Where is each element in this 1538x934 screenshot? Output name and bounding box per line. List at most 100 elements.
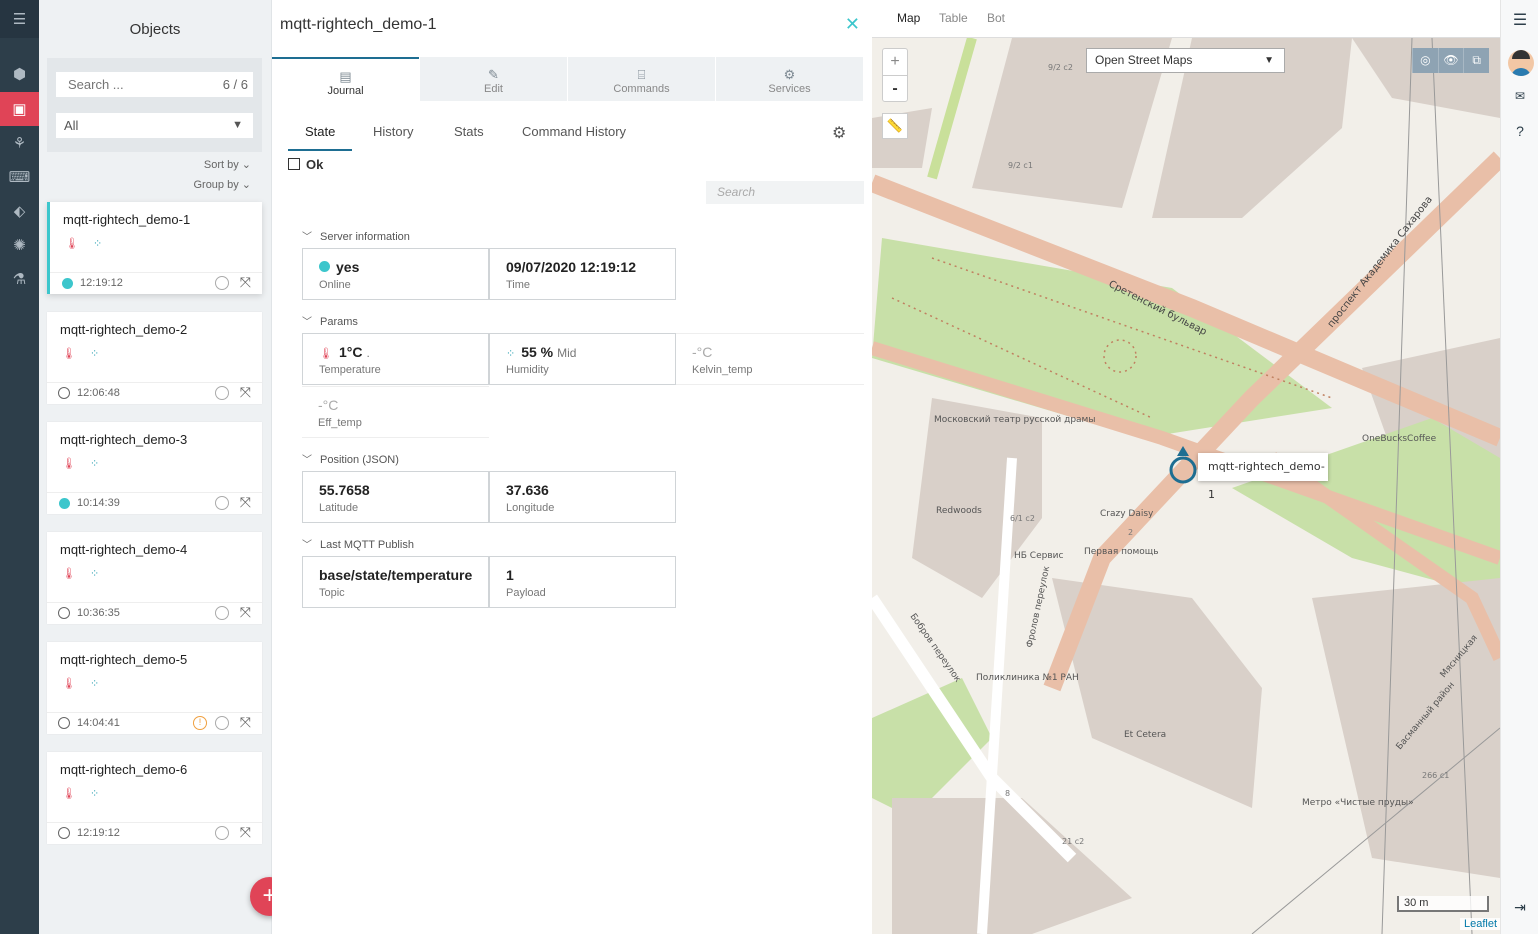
ruler-icon[interactable]: 📏: [882, 113, 908, 139]
right-rail: ☰ ✉ ? ⇥: [1500, 0, 1538, 934]
locate-icon[interactable]: [215, 826, 229, 840]
object-card[interactable]: mqtt-rightech_demo-1 🌡 ⁘ 12:19:12 ⤧: [47, 202, 262, 294]
tab-commands[interactable]: ⌸ Commands: [568, 57, 715, 101]
locate-icon[interactable]: [215, 496, 229, 510]
sort-by-dropdown[interactable]: Sort by ⌄: [204, 158, 251, 171]
object-card[interactable]: mqtt-rightech_demo-3 🌡 ⁘ 10:14:39 ⤧: [47, 422, 262, 514]
marker-popup[interactable]: mqtt-rightech_demo-1: [1198, 453, 1328, 501]
section-server-information[interactable]: ﹀ Server information: [302, 228, 410, 243]
object-card[interactable]: mqtt-rightech_demo-5 🌡 ⁘ 14:04:41! ⤧: [47, 642, 262, 734]
param-value: yes: [336, 259, 360, 275]
map-label: НБ Сервис: [1014, 551, 1063, 561]
locate-icon[interactable]: [215, 606, 229, 620]
lab-icon[interactable]: ⚗: [0, 262, 39, 296]
map-label: 6/1 с2: [1010, 514, 1035, 523]
logout-icon[interactable]: ⇥: [1501, 899, 1538, 916]
subtab-stats[interactable]: Stats: [454, 124, 484, 139]
layers-icon[interactable]: ⧉: [1463, 48, 1489, 73]
object-card[interactable]: mqtt-rightech_demo-2 🌡 ⁘ 12:06:48 ⤧: [47, 312, 262, 404]
tab-services[interactable]: ⚙ Services: [716, 57, 863, 101]
zoom-out-button[interactable]: -: [883, 75, 907, 101]
map-canvas[interactable]: Сретенский бульвар проспект Академика Са…: [872, 38, 1500, 934]
subtab-state[interactable]: State: [287, 124, 353, 151]
target-icon[interactable]: ◎: [1412, 48, 1438, 73]
objects-count: 6 / 6: [222, 77, 248, 92]
map-layer-select[interactable]: Open Street Maps ▼: [1086, 48, 1285, 73]
objects-filter-select[interactable]: All ▼: [56, 113, 253, 138]
edit-icon: ✎: [488, 67, 499, 82]
close-icon[interactable]: ✕: [845, 14, 860, 35]
online-status-dot: [62, 278, 73, 289]
humidity-icon: ⁘: [89, 678, 100, 690]
tab-table[interactable]: Table: [939, 11, 968, 25]
code-icon[interactable]: ⌨: [0, 160, 39, 194]
param-value: 55 %: [521, 344, 554, 360]
section-params[interactable]: ﹀ Params: [302, 313, 358, 328]
subtab-command-history[interactable]: Command History: [522, 124, 626, 139]
object-name: mqtt-rightech_demo-6: [60, 762, 188, 777]
locate-icon[interactable]: [215, 386, 229, 400]
param-label: Kelvin_temp: [692, 364, 753, 376]
locate-icon[interactable]: [215, 276, 229, 290]
zoom-in-button[interactable]: +: [883, 49, 907, 75]
tab-journal[interactable]: ▤ Journal: [272, 57, 419, 101]
objects-panel: Objects 6 / 6 All ▼ Sort by ⌄ Group by ⌄…: [39, 0, 289, 934]
online-status-dot: [59, 498, 70, 509]
eye-icon[interactable]: 👁: [1437, 48, 1464, 73]
object-time: 12:19:12: [77, 827, 120, 839]
locate-icon[interactable]: [215, 716, 229, 730]
group-by-dropdown[interactable]: Group by ⌄: [193, 178, 251, 191]
map-label: 2: [1128, 528, 1133, 537]
tab-edit[interactable]: ✎ Edit: [420, 57, 567, 101]
tab-bot[interactable]: Bot: [987, 11, 1005, 25]
object-card[interactable]: mqtt-rightech_demo-6 🌡 ⁘ 12:19:12 ⤧: [47, 752, 262, 844]
expand-icon[interactable]: ⤧: [240, 824, 251, 841]
tab-map[interactable]: Map: [897, 11, 920, 25]
expand-icon[interactable]: ⤧: [240, 494, 251, 511]
map-layer-value: Open Street Maps: [1095, 53, 1193, 67]
map-label: Crazy Daisy: [1100, 509, 1154, 519]
tab-services-label: Services: [768, 83, 811, 95]
section-title: Last MQTT Publish: [320, 539, 414, 551]
map-label: Московский театр русской драмы: [934, 415, 1095, 425]
param-label: Longitude: [506, 502, 555, 514]
expand-icon[interactable]: ⤧: [240, 604, 251, 621]
object-time: 10:14:39: [77, 497, 120, 509]
group-by-label: Group by: [193, 179, 239, 191]
hierarchy-icon[interactable]: ⚘: [0, 126, 39, 160]
humidity-icon: ⁘: [89, 788, 100, 800]
object-card[interactable]: mqtt-rightech_demo-4 🌡 ⁘ 10:36:35 ⤧: [47, 532, 262, 624]
menu-icon[interactable]: ☰: [0, 0, 39, 38]
warning-icon[interactable]: !: [193, 716, 207, 730]
menu-icon[interactable]: ☰: [1501, 10, 1538, 30]
params-search-input[interactable]: Search: [706, 181, 864, 204]
chevron-down-icon: ﹀: [302, 317, 312, 328]
expand-icon[interactable]: ⤧: [240, 384, 251, 401]
tag-icon[interactable]: ⬖: [0, 194, 39, 228]
map-label: 21 с2: [1062, 837, 1084, 846]
map-label: 9/2 с1: [1008, 161, 1033, 170]
param-sub: Mid: [557, 346, 577, 360]
models-icon[interactable]: ⬢: [0, 57, 39, 91]
network-icon[interactable]: ✺: [0, 228, 39, 262]
state-status: Ok: [288, 157, 323, 172]
leaflet-attribution-link[interactable]: Leaflet: [1460, 918, 1500, 930]
mail-icon[interactable]: ✉: [1501, 89, 1538, 103]
gear-icon[interactable]: ⚙: [832, 123, 846, 143]
expand-icon[interactable]: ⤧: [240, 274, 251, 291]
map-label: 9/2 с2: [1048, 63, 1073, 72]
journal-icon: ▤: [339, 69, 352, 84]
param-temperature: 🌡 1°C. Temperature: [302, 333, 489, 385]
avatar[interactable]: [1508, 50, 1534, 76]
section-position[interactable]: ﹀ Position (JSON): [302, 451, 399, 466]
section-last-mqtt-publish[interactable]: ﹀ Last MQTT Publish: [302, 536, 414, 551]
object-name: mqtt-rightech_demo-2: [60, 322, 188, 337]
expand-icon[interactable]: ⤧: [240, 714, 251, 731]
objects-icon[interactable]: ▣: [0, 92, 39, 126]
map-label: Et Cetera: [1124, 730, 1166, 740]
map-label: Redwoods: [936, 506, 982, 516]
object-name: mqtt-rightech_demo-5: [60, 652, 188, 667]
help-icon[interactable]: ?: [1501, 123, 1538, 139]
subtab-history[interactable]: History: [373, 124, 413, 139]
param-value: base/state/temperature: [319, 567, 473, 583]
